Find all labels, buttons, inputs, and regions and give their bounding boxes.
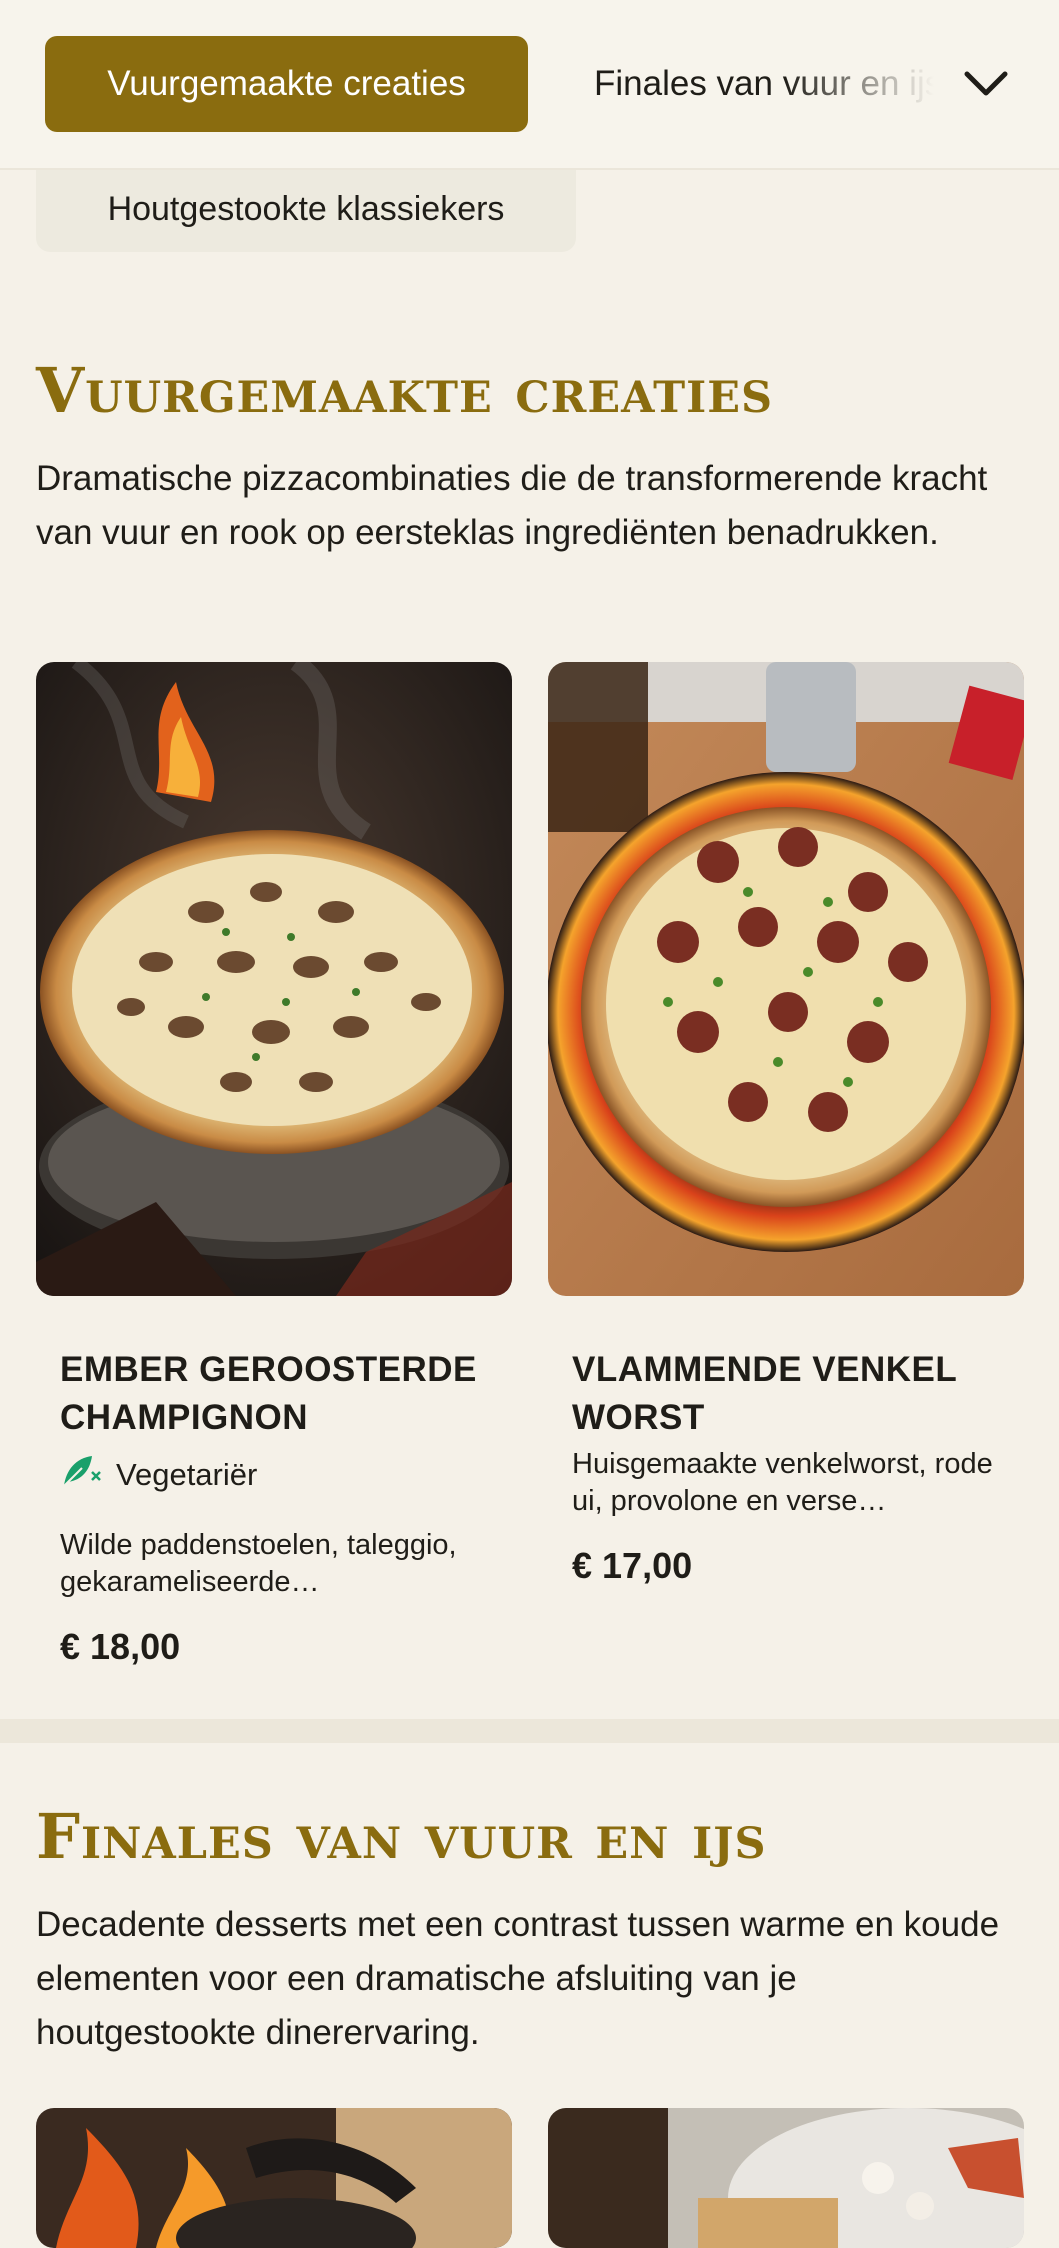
section-title: Finales van vuur en ijs [36,1800,767,1873]
item-name: Ember geroosterde champignon [60,1350,477,1437]
section-title: Vuurgemaakte creaties [36,354,774,427]
category-tab-active[interactable]: Vuurgemaakte creaties [45,36,528,132]
badge-label: Vegetariër [116,1457,258,1492]
item-price: € 18,00 [60,1626,181,1667]
category-tab-next[interactable]: Finales van vuur en ijs [594,36,934,132]
dessert-image-1[interactable] [36,2108,512,2248]
chevron-down-icon[interactable] [960,58,1012,110]
item-name: Vlammende venkel worst [572,1350,957,1437]
item-description: Wilde paddenstoelen, taleggio, gekaramel… [60,1529,457,1598]
item-description: Huisgemaakte venkelworst, rode ui, provo… [572,1448,993,1517]
dessert-image-2[interactable] [548,2108,1024,2248]
pizza-image-sausage[interactable] [548,662,1024,1296]
vegetarian-badge: Vegetariër [60,1452,257,1498]
item-price: € 17,00 [572,1545,693,1586]
section-divider [0,1719,1059,1743]
category-nav: Vuurgemaakte creaties Finales van vuur e… [0,0,1059,170]
pizza-image-mushroom[interactable] [36,662,512,1296]
section-description: Dramatische pizzacombinaties die de tran… [36,459,988,552]
section-description: Decadente desserts met een contrast tuss… [36,1905,1000,2052]
leaf-icon [60,1452,102,1498]
category-tab-sub[interactable]: Houtgestookte klassiekers [36,166,576,252]
